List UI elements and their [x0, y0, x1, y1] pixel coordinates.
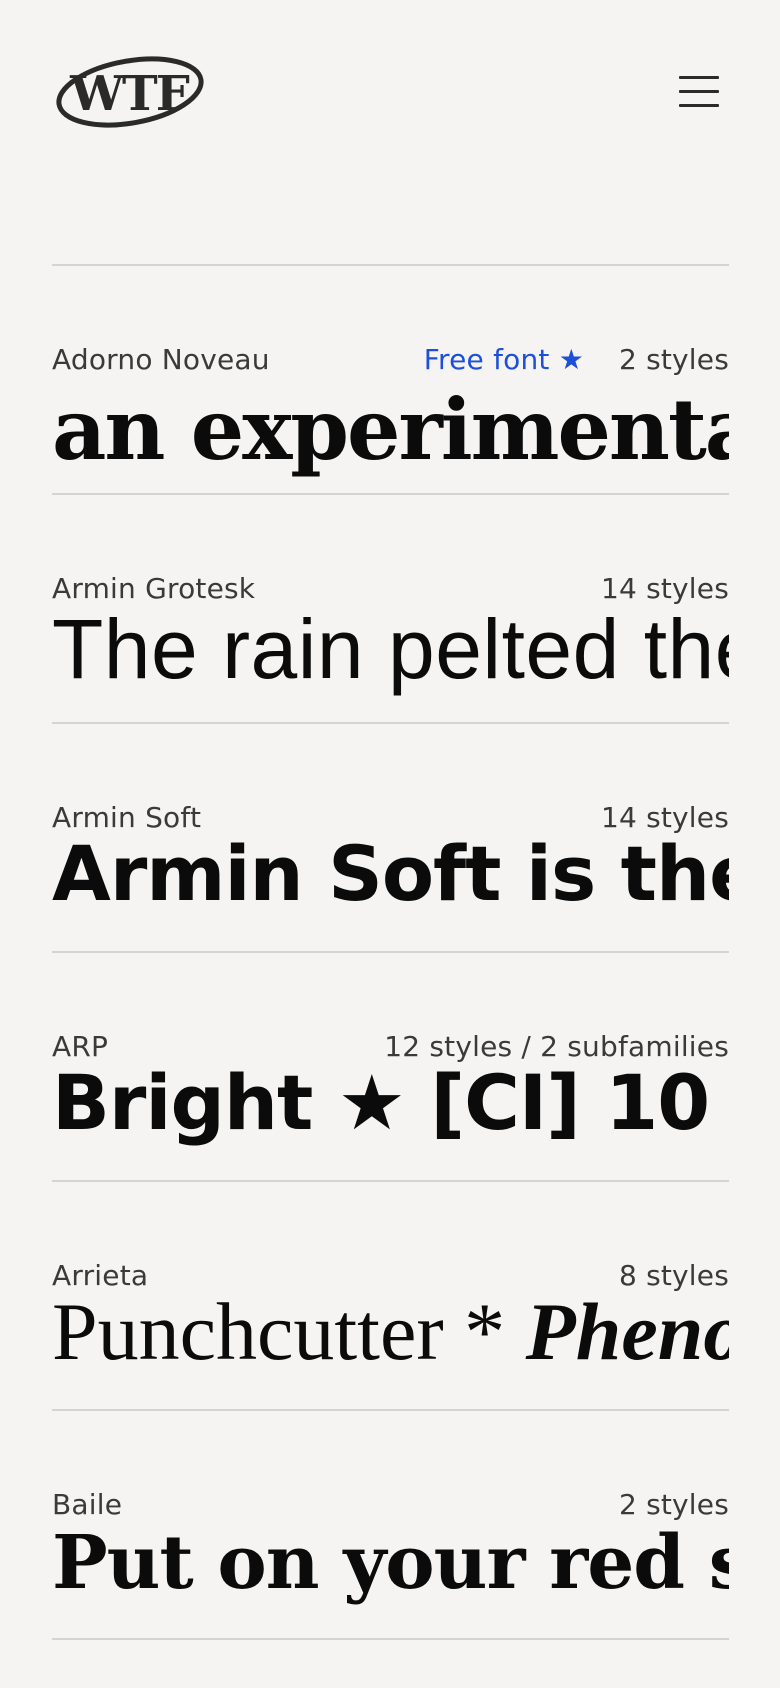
style-count: 2 styles [618, 343, 729, 376]
font-sample: an experimental [52, 380, 729, 479]
font-item-armin-soft[interactable]: Armin Soft 14 styles Armin Soft is the s… [52, 724, 729, 953]
font-sample-roman: Punchcutter * [52, 1286, 526, 1377]
font-sample: Punchcutter * Phenomenal [52, 1282, 729, 1382]
font-name[interactable]: Adorno Noveau [52, 342, 270, 378]
font-sample: Armin Soft is the softest [52, 829, 729, 918]
free-font-badge[interactable]: Free font ★ [424, 342, 584, 378]
font-meta: Adorno Noveau Free font ★ 2 styles [52, 342, 729, 378]
font-item-arrieta[interactable]: Arrieta 8 styles Punchcutter * Phenomena… [52, 1182, 729, 1411]
font-sample: The rain pelted the windows [52, 602, 729, 696]
font-item-adorno-noveau[interactable]: Adorno Noveau Free font ★ 2 styles an ex… [52, 266, 729, 495]
site-header: WTF [0, 0, 780, 190]
font-sample-italic: Phenomenal [525, 1286, 729, 1377]
logo-text: WTF [69, 66, 190, 122]
font-item-baile[interactable]: Baile 2 styles Put on your red shoes [52, 1411, 729, 1640]
wtf-logo[interactable]: WTF [52, 48, 212, 134]
font-sample: Bright ★ [CI] 10 [52, 1058, 710, 1147]
font-sample: Put on your red shoes [52, 1520, 729, 1606]
font-item-armin-grotesk[interactable]: Armin Grotesk 14 styles The rain pelted … [52, 495, 729, 724]
hamburger-menu-icon[interactable] [672, 70, 720, 114]
font-item-arp[interactable]: ARP 12 styles / 2 subfamilies Bright ★ [… [52, 953, 729, 1182]
wtf-logo-mark: WTF [56, 56, 204, 128]
font-list: Adorno Noveau Free font ★ 2 styles an ex… [52, 264, 729, 1640]
